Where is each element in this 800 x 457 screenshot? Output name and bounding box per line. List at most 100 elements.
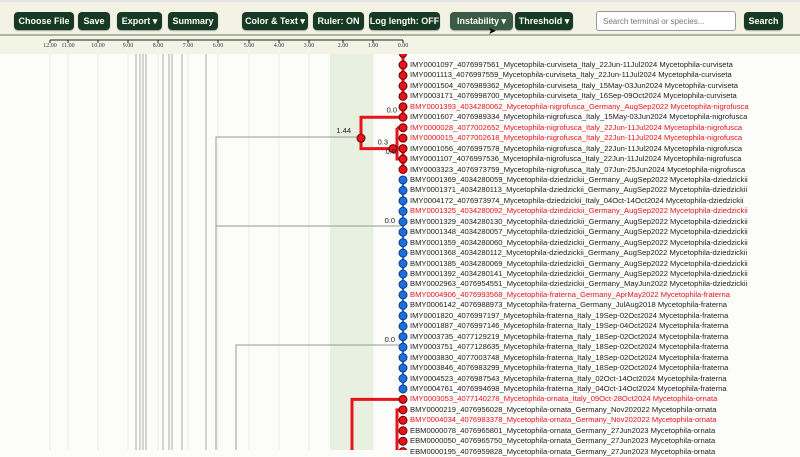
taxon-label[interactable]: EBM0000195_4076959828_Mycetophila-ornata…	[410, 447, 715, 457]
tree-node	[398, 123, 408, 133]
taxon-label[interactable]: BMY0000219_4076956028_Mycetophila-ornata…	[410, 405, 717, 415]
log-length-toggle-button[interactable]: Log length: OFF	[369, 12, 440, 30]
tree-node	[398, 206, 408, 216]
taxon-label[interactable]: IMY0000015_4077002618_Mycetophila-nigrof…	[410, 133, 742, 143]
taxon-label[interactable]: BMY0002963_4076954551_Mycetophila-dziedz…	[410, 279, 747, 289]
branch-length-label: 0.3	[378, 138, 388, 147]
branch-length-label: 0.0	[386, 147, 396, 156]
tree-node	[398, 384, 408, 394]
taxon-label[interactable]: IMY0003735_4077129219_Mycetophila-frater…	[410, 332, 728, 342]
ruler: 12.00 11.00 10.00 9.00 8.00 7.00 6.00 5.00 4.00 3…	[0, 36, 800, 54]
tree-node	[398, 353, 408, 363]
tree-node	[398, 363, 408, 373]
tree-node	[398, 175, 408, 185]
tree-node	[398, 102, 408, 112]
search-button[interactable]: Search	[744, 12, 783, 30]
tree-node	[398, 436, 408, 446]
taxon-label[interactable]: IMY0003846_4076983299_Mycetophila-frater…	[410, 363, 728, 373]
tree-node	[398, 269, 408, 279]
tree-node	[399, 54, 407, 58]
taxon-label[interactable]: IMY0003053_4077140278_Mycetophila-ornata…	[410, 394, 717, 404]
save-button[interactable]: Save	[78, 12, 110, 30]
tree-node	[398, 248, 408, 258]
ruler-tick-label: 2.00	[337, 43, 349, 49]
taxon-label[interactable]: IMY0003751_4077128635_Mycetophila-frater…	[410, 342, 728, 352]
tree-node	[398, 217, 408, 227]
tree-node	[398, 154, 408, 164]
taxon-label[interactable]: IMY0004761_4076994698_Mycetophila-frater…	[410, 384, 727, 394]
tree-node	[398, 112, 408, 122]
branch-length-label: 0.0	[387, 105, 397, 114]
export-button[interactable]: Export ▾	[117, 12, 162, 30]
taxon-label[interactable]: BMY0001325_4034280092_Mycetophila-dziedz…	[410, 206, 748, 216]
ruler-tick-label: 0.00	[397, 43, 409, 49]
tree-node	[398, 290, 408, 300]
taxon-label[interactable]: BMY0001348_4034280057_Mycetophila-dziedz…	[410, 227, 748, 237]
taxon-label[interactable]: IMY0001607_4076989334_Mycetophila-nigrof…	[410, 112, 747, 122]
ruler-tick-label: 11.00	[61, 43, 75, 49]
threshold-band	[330, 54, 373, 450]
tree-node	[398, 374, 408, 383]
taxon-label[interactable]: IMY0000028_4077002652_Mycetophila-nigrof…	[410, 123, 742, 133]
tree-node	[398, 321, 408, 331]
taxon-label[interactable]: EBM0000050_4076965750_Mycetophila-ornata…	[410, 436, 715, 446]
tree-node	[398, 196, 408, 206]
taxon-label[interactable]: IMY0001887_4076997146_Mycetophila-frater…	[410, 321, 728, 331]
branch-line	[235, 344, 403, 450]
ruler-tick-label: 10.00	[91, 43, 105, 49]
instability-button[interactable]: Instability ▾	[450, 12, 513, 30]
taxon-label[interactable]: IMY0004172_4076973974_Mycetophila-dziedz…	[410, 196, 743, 206]
choose-file-button[interactable]: Choose File	[14, 12, 74, 30]
taxon-label[interactable]: BMY0006142_4076988973_Mycetophila-frater…	[410, 300, 727, 310]
taxon-label[interactable]: BMY0001371_4034280113_Mycetophila-dziedz…	[410, 185, 747, 195]
summary-button[interactable]: Summary	[168, 12, 218, 30]
taxon-label[interactable]: IMY0001107_4076997536_Mycetophila-nigrof…	[410, 154, 742, 164]
tree-node	[398, 227, 408, 237]
taxon-label[interactable]: IMY0001820_4076997197_Mycetophila-frater…	[410, 311, 728, 321]
ruler-tick-label: 3.00	[303, 43, 315, 49]
taxon-label[interactable]: IMY0003323_4076973759_Mycetophila-nigrof…	[410, 165, 745, 175]
ruler-tick-label: 12.00	[43, 43, 57, 49]
ruler-tick-label: 5.00	[243, 43, 255, 49]
tree-node	[398, 91, 408, 101]
threshold-button[interactable]: Threshold ▾	[515, 12, 573, 30]
taxon-label[interactable]: IMY0001056_4076997578_Mycetophila-nigrof…	[410, 144, 742, 154]
ruler-tick-label: 4.00	[273, 43, 285, 49]
taxon-label[interactable]: BMY0004906_4076993568_Mycetophila-frater…	[410, 290, 730, 300]
tree-node	[398, 405, 408, 415]
taxon-label[interactable]: BMY0001369_4034280059_Mycetophila-dziedz…	[410, 175, 748, 185]
tree-node	[398, 259, 408, 269]
color-text-button[interactable]: Color & Text ▾	[242, 12, 308, 30]
taxon-label[interactable]: IMY0004523_4076987543_Mycetophila-frater…	[410, 374, 727, 384]
tree-node	[398, 279, 408, 289]
tree-node	[398, 70, 408, 80]
tree-node	[398, 185, 408, 195]
tree-node	[398, 60, 408, 70]
taxon-label[interactable]: IMY0003830_4077003748_Mycetophila-frater…	[410, 353, 728, 363]
taxon-label[interactable]: BMY0001385_4034280069_Mycetophila-dziedz…	[410, 259, 748, 269]
branch-length-label: 0.0	[385, 216, 395, 225]
taxon-label[interactable]: BMY0001368_4034280112_Mycetophila-dziedz…	[410, 248, 747, 258]
tree-node	[398, 394, 408, 404]
tree-node	[398, 144, 408, 154]
taxon-label[interactable]: BMY0001392_4034280141_Mycetophila-dziedz…	[410, 269, 748, 279]
taxon-label[interactable]: EBM0000078_4076965801_Mycetophila-ornata…	[410, 426, 715, 436]
taxon-label[interactable]: IMY0001113_4076997559_Mycetophila-curvis…	[410, 70, 732, 80]
taxon-label[interactable]: IMY0001097_4076997561_Mycetophila-curvis…	[410, 60, 733, 70]
ruler-toggle-button[interactable]: Ruler: ON	[313, 12, 364, 30]
toolbar: Choose File Save Export ▾ Summary Color …	[0, 0, 800, 37]
tree-node	[398, 415, 408, 425]
tree-node	[398, 133, 408, 143]
taxon-label[interactable]: BMY0001359_4034280060_Mycetophila-dziedz…	[410, 238, 748, 248]
taxon-label[interactable]: BMY0001329_4034280130_Mycetophila-dziedz…	[410, 217, 748, 227]
tree-node	[398, 165, 408, 174]
ruler-tick-label: 6.00	[212, 43, 224, 49]
taxon-label[interactable]: BMY0001393_4034280062_Mycetophila-nigrof…	[410, 102, 749, 112]
taxon-label[interactable]: IMY0003171_4076998700_Mycetophila-curvis…	[410, 91, 737, 101]
taxon-label[interactable]: BMY0004034_4076983378_Mycetophila-ornata…	[410, 415, 717, 425]
ruler-tick-label: 1.00	[367, 43, 379, 49]
taxon-label[interactable]: IMY0001504_4076989362_Mycetophila-curvis…	[410, 81, 738, 91]
branch-length-label: 0.0	[385, 335, 395, 344]
search-input[interactable]	[596, 11, 736, 31]
ruler-tick-label: 9.00	[122, 43, 134, 49]
